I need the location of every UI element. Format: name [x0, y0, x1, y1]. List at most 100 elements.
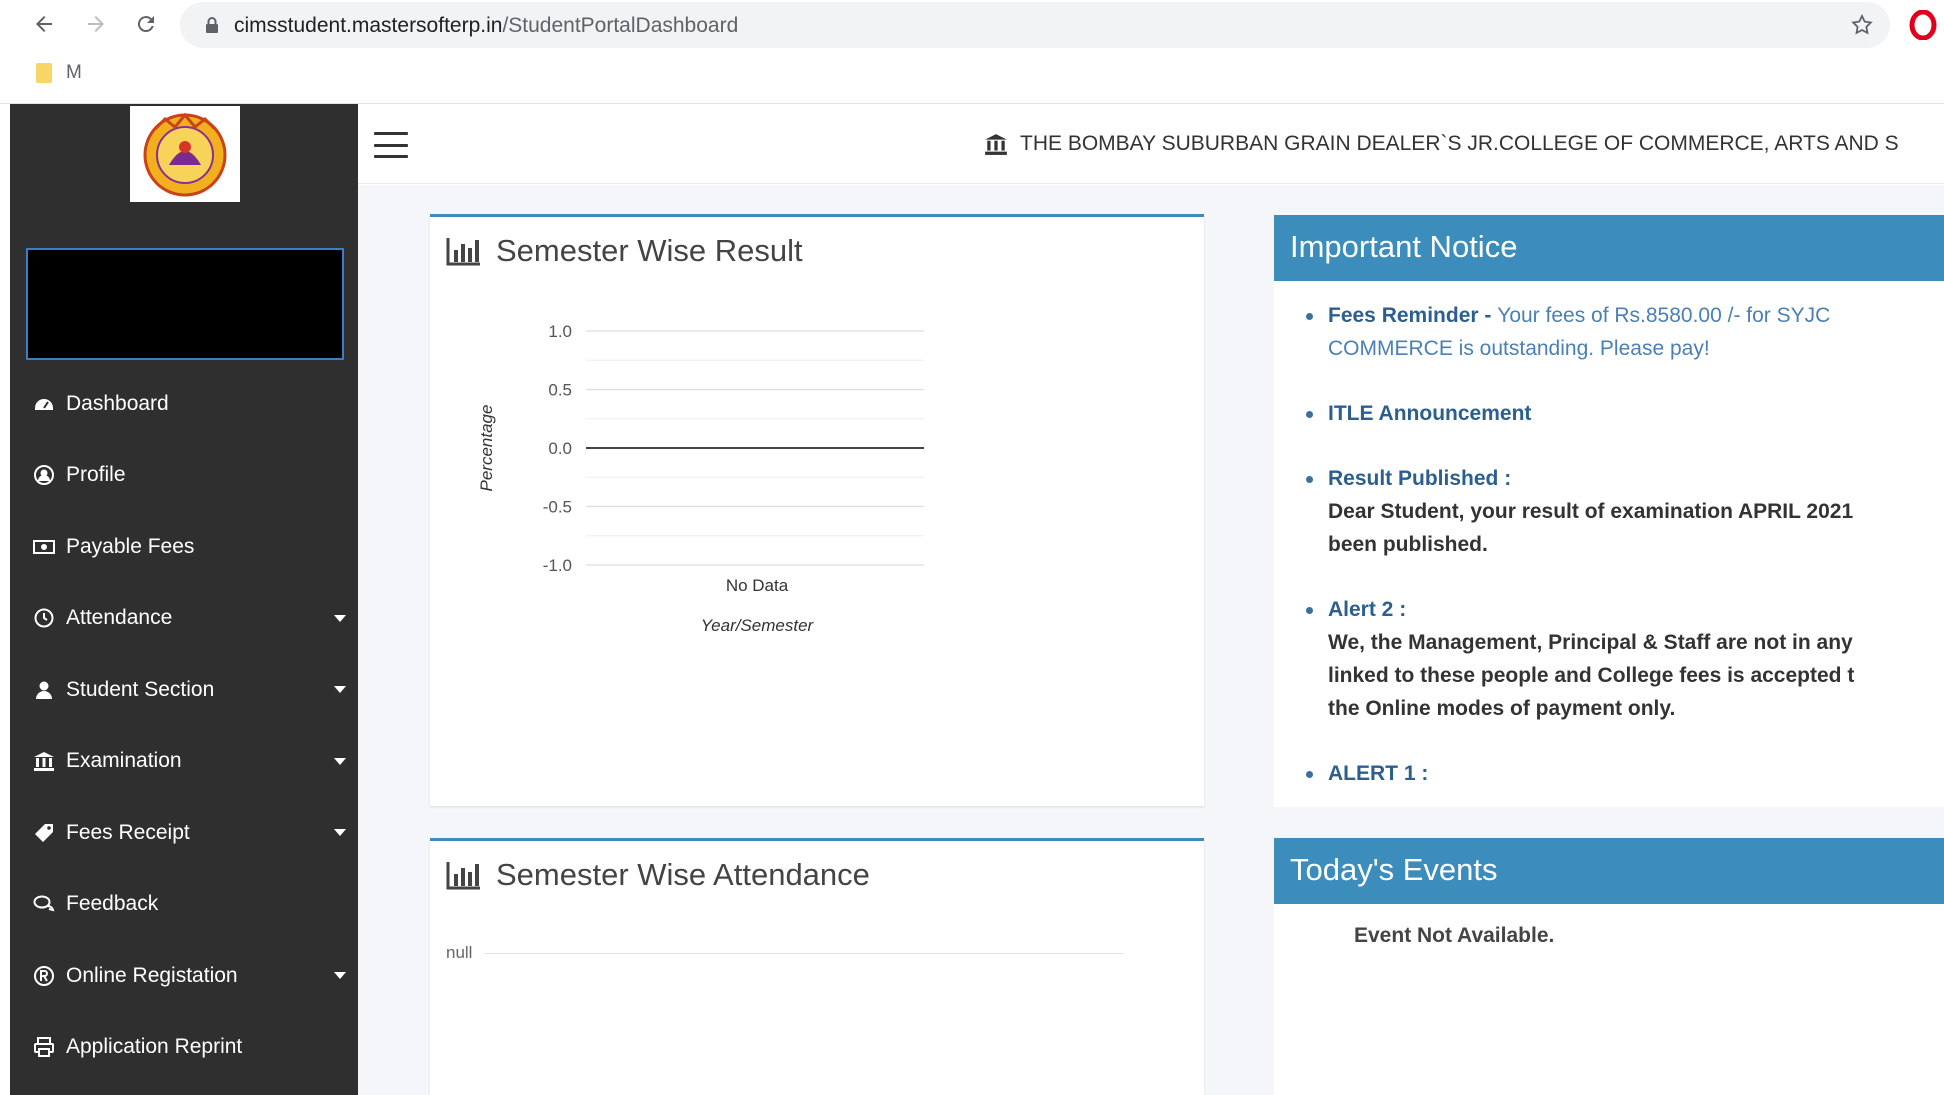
notice-title: Important Notice	[1274, 215, 1944, 281]
sidebar-item-profile[interactable]: Profile	[10, 440, 358, 512]
user-circle-icon	[32, 463, 56, 487]
bookmark-label: M	[66, 62, 82, 83]
arrow-right-icon	[88, 16, 104, 32]
sidebar-item-examination[interactable]: Examination	[10, 726, 358, 798]
attendance-empty-line	[484, 953, 1124, 954]
reload-icon	[137, 16, 154, 33]
lock-icon	[206, 17, 218, 33]
college-emblem-icon	[143, 112, 227, 197]
tag-icon	[32, 821, 56, 845]
notice-item-title: Alert 2 :	[1328, 598, 1407, 621]
sidebar-item-label: Attendance	[66, 606, 173, 630]
sidebar-item-label: Online Registation	[66, 963, 238, 987]
print-icon	[32, 1035, 56, 1059]
sidebar-item-label: Examination	[66, 749, 182, 773]
notice-item-fees-reminder[interactable]: Fees Reminder - Your fees of Rs.8580.00 …	[1306, 299, 1944, 365]
bar-chart-icon	[446, 238, 480, 266]
money-icon	[32, 535, 56, 559]
registered-icon	[32, 964, 56, 988]
x-category-label: No Data	[726, 576, 789, 595]
college-name-bar: THE BOMBAY SUBURBAN GRAIN DEALER`S JR.CO…	[984, 132, 1899, 156]
notice-item-itle-announcement[interactable]: ITLE Announcement	[1306, 397, 1944, 430]
important-notice-panel: Important Notice Fees Reminder - Your fe…	[1274, 215, 1944, 807]
notice-item-body-line: been published.	[1328, 533, 1488, 556]
forward-button[interactable]	[80, 8, 112, 40]
menu-toggle-icon[interactable]	[374, 132, 408, 158]
y-tick-label: 0.0	[548, 439, 572, 458]
y-tick-label: -0.5	[543, 498, 572, 517]
user-icon	[32, 678, 56, 702]
sidebar-item-feedback[interactable]: Feedback	[10, 869, 358, 941]
sidebar-item-fees-receipt[interactable]: Fees Receipt	[10, 797, 358, 869]
notice-item-title: ALERT 1 :	[1328, 762, 1429, 785]
sidebar-item-label: Application Reprint	[66, 1035, 243, 1059]
sidebar-item-label: Feedback	[66, 892, 159, 916]
result-card-title: Semester Wise Result	[496, 233, 803, 268]
events-empty-text: Event Not Available.	[1354, 924, 1555, 947]
sidebar-item-dashboard[interactable]: Dashboard	[10, 368, 358, 440]
y-tick-label: 0.5	[548, 381, 572, 400]
bar-chart-icon	[446, 862, 480, 890]
address-bar[interactable]: cimsstudent.mastersofterp.in/StudentPort…	[180, 2, 1890, 48]
clock-icon	[32, 606, 56, 630]
bookmark-item[interactable]: M	[36, 62, 82, 84]
attendance-null-label: null	[446, 943, 473, 962]
sidebar-item-online-registation[interactable]: Online Registation	[10, 940, 358, 1012]
sidebar-item-label: Fees Receipt	[66, 820, 190, 844]
caret-down-icon	[334, 614, 346, 622]
top-header: THE BOMBAY SUBURBAN GRAIN DEALER`S JR.CO…	[358, 104, 1944, 184]
college-name: THE BOMBAY SUBURBAN GRAIN DEALER`S JR.CO…	[1020, 132, 1899, 155]
reload-button[interactable]	[130, 8, 162, 40]
notice-item-body-line: We, the Management, Principal & Staff ar…	[1328, 631, 1853, 654]
sidebar: Dashboard Profile Payable Fees Attendanc…	[10, 104, 358, 1095]
opera-extension-icon[interactable]	[1908, 10, 1938, 40]
sidebar-item-payable-fees[interactable]: Payable Fees	[10, 511, 358, 583]
sidebar-menu: Dashboard Profile Payable Fees Attendanc…	[10, 368, 358, 1083]
semester-attendance-card: Semester Wise Attendance null	[430, 838, 1204, 1095]
url-text: cimsstudent.mastersofterp.in/StudentPort…	[234, 14, 738, 38]
card-title: Semester Wise Attendance	[446, 857, 870, 893]
notice-item-body-line: Dear Student, your result of examination…	[1328, 500, 1854, 523]
notice-item-result-published[interactable]: Result Published : Dear Student, your re…	[1306, 462, 1944, 561]
browser-toolbar: cimsstudent.mastersofterp.in/StudentPort…	[0, 0, 1944, 104]
card-title: Semester Wise Result	[446, 233, 803, 269]
caret-down-icon	[334, 972, 346, 979]
sidebar-item-label: Dashboard	[66, 391, 169, 415]
y-axis-title: Percentage	[477, 405, 496, 492]
caret-down-icon	[334, 829, 346, 836]
y-tick-label: -1.0	[543, 556, 572, 575]
sidebar-item-student-section[interactable]: Student Section	[10, 654, 358, 726]
user-info-box	[26, 248, 344, 360]
notice-item-body-line: the Online modes of payment only.	[1328, 697, 1676, 720]
events-title: Today's Events	[1274, 838, 1944, 904]
caret-down-icon	[334, 686, 346, 693]
sidebar-item-attendance[interactable]: Attendance	[10, 583, 358, 655]
notice-item-alert-1[interactable]: ALERT 1 :	[1306, 757, 1944, 790]
todays-events-panel: Today's Events Event Not Available.	[1274, 838, 1944, 1095]
notice-item-title: ITLE Announcement	[1328, 402, 1532, 425]
url-domain: cimsstudent.mastersofterp.in	[234, 14, 503, 37]
bookmark-folder-icon	[36, 63, 52, 83]
y-tick-label: 1.0	[548, 322, 572, 341]
notice-item-title: Fees Reminder -	[1328, 304, 1498, 327]
notice-list: Fees Reminder - Your fees of Rs.8580.00 …	[1274, 281, 1944, 790]
back-button[interactable]	[28, 8, 60, 40]
attendance-card-title: Semester Wise Attendance	[496, 857, 870, 892]
notice-item-alert-2[interactable]: Alert 2 : We, the Management, Principal …	[1306, 593, 1944, 725]
institution-icon	[985, 134, 1007, 155]
sidebar-item-application-reprint[interactable]: Application Reprint	[10, 1012, 358, 1084]
url-path: /StudentPortalDashboard	[502, 14, 739, 37]
institution-icon	[32, 749, 56, 773]
result-chart: 1.0 0.5 0.0 -0.5 -1.0 No Data Year/Semester Per…	[477, 322, 924, 635]
semester-result-card: 1.0 0.5 0.0 -0.5 -1.0 No Data Year/Semester Per…	[430, 214, 1204, 806]
sidebar-item-label: Payable Fees	[66, 534, 195, 558]
notice-item-title: Result Published :	[1328, 467, 1512, 490]
arrow-left-icon	[36, 16, 52, 32]
sidebar-item-label: Profile	[66, 463, 126, 487]
college-logo[interactable]	[130, 106, 240, 202]
dashboard-icon	[32, 392, 56, 416]
caret-down-icon	[334, 757, 346, 765]
bookmark-star-icon[interactable]	[1850, 13, 1874, 37]
x-axis-title: Year/Semester	[701, 616, 815, 635]
sidebar-item-label: Student Section	[66, 677, 215, 701]
